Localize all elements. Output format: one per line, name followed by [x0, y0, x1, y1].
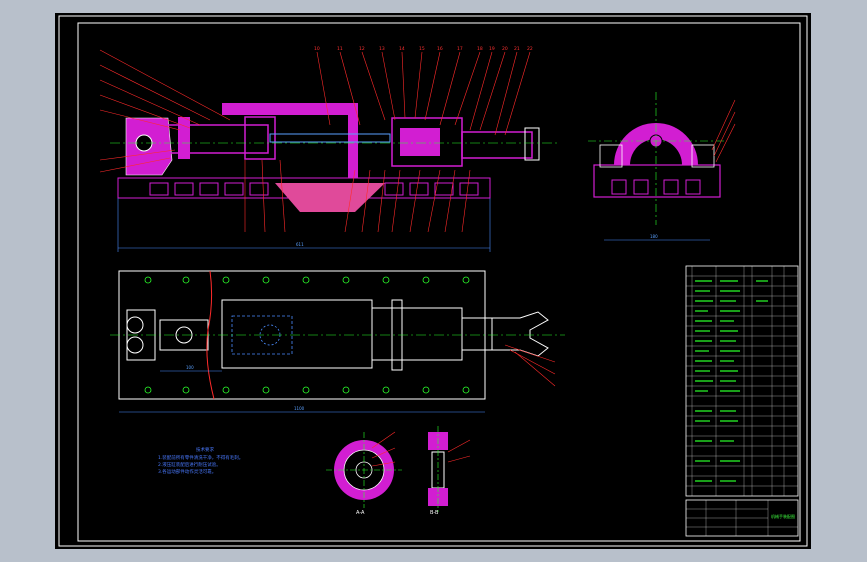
notes-line: 2.液压缸装配后进行耐压试验。 — [158, 461, 221, 468]
part-number: 12 — [359, 46, 365, 52]
plan-dim-text: 1100 — [294, 406, 305, 411]
end-dim-text: 180 — [650, 234, 658, 239]
part-number: 11 — [337, 46, 343, 52]
part-number: 18 — [477, 46, 483, 52]
part-number: 15 — [419, 46, 425, 52]
front-dim-text: 611 — [296, 242, 304, 247]
notes-line: 1.装配前所有零件清洗干净，不得有毛刺。 — [158, 454, 243, 461]
plan-dim-left-text: 100 — [186, 365, 194, 370]
notes-heading: 技术要求 — [196, 446, 214, 453]
notes-line: 3.各运动部件动作灵活可靠。 — [158, 468, 216, 475]
part-number: 14 — [399, 46, 405, 52]
title-block-title: 机械手装配图 — [771, 513, 795, 519]
part-number: 22 — [527, 46, 533, 52]
part-number: 21 — [514, 46, 520, 52]
part-number: 20 — [502, 46, 508, 52]
part-number: 13 — [379, 46, 385, 52]
cad-drawing-canvas: 10 11 12 13 14 15 16 17 18 19 20 21 22 6… — [55, 13, 811, 549]
gripper-core — [400, 128, 440, 156]
part-number: 17 — [457, 46, 463, 52]
part-number: 10 — [314, 46, 320, 52]
part-number: 19 — [489, 46, 495, 52]
section-left-label: A-A — [356, 510, 365, 516]
part-number: 16 — [437, 46, 443, 52]
section-right-label: B-B — [430, 510, 439, 516]
cylinder-flange-left — [178, 117, 190, 159]
